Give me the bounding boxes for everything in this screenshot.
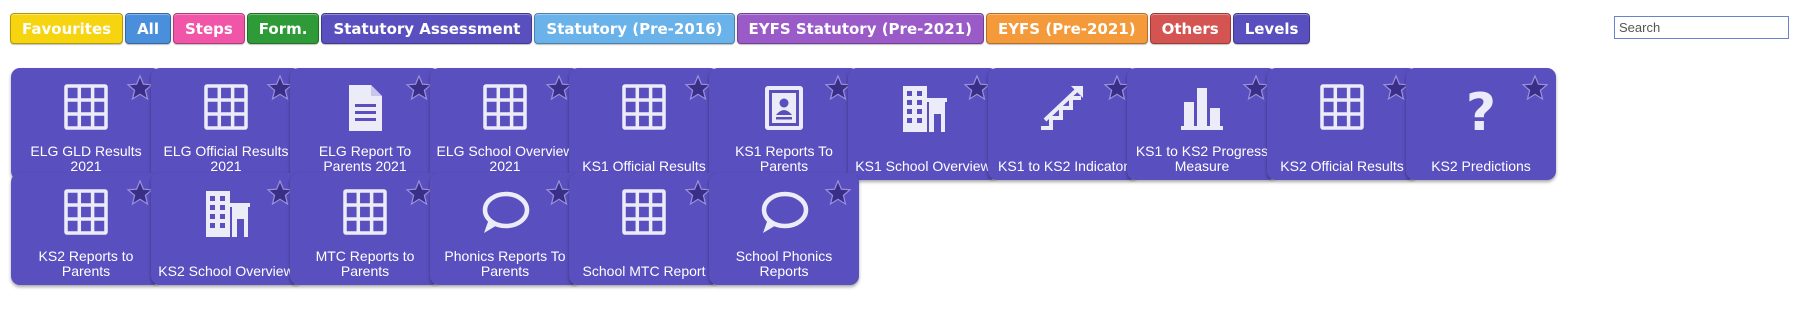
tile-label: KS1 Official Results (582, 158, 706, 174)
star-icon[interactable] (126, 74, 154, 102)
grid-icon (1314, 80, 1370, 136)
star-icon[interactable] (824, 179, 852, 207)
report-tile[interactable]: School MTC Report (569, 173, 719, 285)
tile-label: MTC Reports to Parents (315, 248, 415, 279)
document-icon (337, 80, 393, 136)
svg-text:?: ? (1466, 83, 1496, 136)
grid-icon (58, 80, 114, 136)
tile-label: School Phonics Reports (735, 248, 833, 279)
tab-steps[interactable]: Steps (172, 13, 245, 44)
grid-icon (58, 185, 114, 241)
grid-icon (616, 185, 672, 241)
tab-all[interactable]: All (125, 13, 171, 44)
report-tile[interactable]: ELG GLD Results 2021 (11, 68, 161, 180)
tile-label: KS1 School Overview (855, 158, 991, 174)
tile-label: ELG GLD Results 2021 (30, 143, 142, 174)
report-tile[interactable]: Phonics Reports To Parents (430, 173, 580, 285)
building-icon (198, 185, 254, 241)
tile-label: ELG Official Results 2021 (163, 143, 289, 174)
speech-bubble-icon (756, 185, 812, 241)
report-tile[interactable]: ? KS2 Predictions (1406, 68, 1556, 180)
tab-statutory-pre-2016[interactable]: Statutory (Pre-2016) (534, 13, 735, 44)
building-icon (895, 80, 951, 136)
tile-label: School MTC Report (582, 263, 706, 279)
tile-label: Phonics Reports To Parents (444, 248, 566, 279)
tile-label: ELG School Overview 2021 (436, 143, 574, 174)
tile-label: KS1 to KS2 Progress Measure (1135, 143, 1269, 174)
tile-label: ELG Report To Parents 2021 (318, 143, 412, 174)
report-tile[interactable]: ELG Report To Parents 2021 (290, 68, 440, 180)
tile-label: KS2 Predictions (1431, 158, 1531, 174)
grid-icon (616, 80, 672, 136)
bar-chart-icon (1174, 80, 1230, 136)
tab-others[interactable]: Others (1149, 13, 1231, 44)
tab-statutory-assessment[interactable]: Statutory Assessment (321, 13, 533, 44)
grid-icon (337, 185, 393, 241)
report-tile[interactable]: MTC Reports to Parents (290, 173, 440, 285)
tab-eyfs-pre-2021[interactable]: EYFS (Pre-2021) (985, 13, 1148, 44)
search-input[interactable] (1614, 16, 1789, 39)
tile-label: KS1 to KS2 Indicator (998, 158, 1128, 174)
report-tile[interactable]: ELG Official Results 2021 (151, 68, 301, 180)
report-tile[interactable]: KS1 to KS2 Progress Measure (1127, 68, 1277, 180)
category-tab-bar: Favourites All Steps Form. Statutory Assessm… (10, 13, 1311, 44)
report-tile[interactable]: ELG School Overview 2021 (430, 68, 580, 180)
star-icon[interactable] (684, 179, 712, 207)
grid-icon (477, 80, 533, 136)
report-tile[interactable]: School Phonics Reports (709, 173, 859, 285)
star-icon[interactable] (684, 74, 712, 102)
tab-favourites[interactable]: Favourites (10, 13, 124, 44)
star-icon[interactable] (405, 74, 433, 102)
star-icon[interactable] (1242, 74, 1270, 102)
tile-label: KS2 Official Results (1280, 158, 1404, 174)
report-tile[interactable]: KS2 School Overview (151, 173, 301, 285)
report-tile[interactable]: KS1 Reports To Parents (709, 68, 859, 180)
question-icon: ? (1453, 80, 1509, 143)
report-tile[interactable]: KS2 Reports to Parents (11, 173, 161, 285)
star-icon[interactable] (1521, 74, 1549, 102)
report-tile[interactable]: KS2 Official Results (1267, 68, 1417, 180)
speech-bubble-icon (477, 185, 533, 241)
id-card-icon (756, 80, 812, 136)
report-tile[interactable]: KS1 Official Results (569, 68, 719, 180)
tile-label: KS2 Reports to Parents (38, 248, 134, 279)
stairs-icon (1035, 80, 1091, 136)
tile-label: KS1 Reports To Parents (735, 143, 833, 174)
tab-eyfs-statutory-pre-2021[interactable]: EYFS Statutory (Pre-2021) (736, 13, 984, 44)
report-tile[interactable]: KS1 to KS2 Indicator (988, 68, 1138, 180)
report-tile[interactable]: KS1 School Overview (848, 68, 998, 180)
star-icon[interactable] (963, 74, 991, 102)
star-icon[interactable] (126, 179, 154, 207)
tile-label: KS2 School Overview (158, 263, 294, 279)
grid-icon (198, 80, 254, 136)
star-icon[interactable] (405, 179, 433, 207)
tab-levels[interactable]: Levels (1232, 13, 1311, 44)
tab-form[interactable]: Form. (246, 13, 320, 44)
